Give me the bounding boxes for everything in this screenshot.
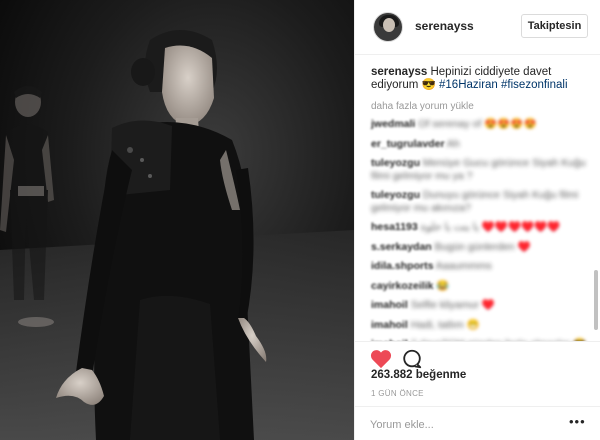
comment-emoji: ♥️♥️♥️♥️♥️♥️ — [481, 221, 561, 233]
comment-emoji: 😂 — [436, 279, 450, 292]
comment-text: Bugün günlerden — [434, 240, 515, 253]
comment-row: hesa1193 يا بنت يا حلوة ♥️♥️♥️♥️♥️♥️ — [371, 221, 587, 234]
heart-filled-icon[interactable] — [370, 349, 392, 369]
more-options-icon[interactable]: ••• — [569, 415, 585, 431]
post-caption: serenayss Hepinizi ciddiyete davet ediyo… — [371, 66, 587, 92]
comment-username[interactable]: jwedmali — [371, 118, 415, 130]
comment-text: Of serenay of — [418, 118, 482, 130]
comment-row: tuleyozgu Menüye Gucu görünce Siyah Kuğu… — [371, 157, 587, 182]
comment-text: Aaaummms — [435, 260, 492, 272]
comment-row: tuleyozgu Dunuyu görünce Siyah Kuğu film… — [371, 189, 587, 214]
comment-text: يا بنت يا حلوة — [420, 221, 479, 233]
comment-row: imahoil Hadi, tatlım 😁 — [371, 319, 587, 332]
avatar[interactable] — [373, 12, 403, 42]
comment-username[interactable]: imahoil — [371, 299, 408, 311]
post-actions: 263.882 beğenme 1 GÜN ÖNCE ••• — [355, 341, 600, 440]
comment-bubble-icon[interactable] — [401, 348, 423, 370]
likes-count[interactable]: 263.882 beğenme — [371, 369, 466, 381]
post-photo — [0, 0, 354, 440]
header-username[interactable]: serenayss — [415, 19, 474, 33]
comment-username[interactable]: idila.shports — [371, 260, 433, 272]
comment-row: s.serkaydan Bugün günlerden ♥️ — [371, 241, 587, 254]
comment-row: cayirkozeilik 😂 — [371, 280, 587, 293]
comment-text: Ah — [446, 137, 460, 150]
avatar-face-shape — [383, 18, 395, 32]
comment-rows: jwedmali Of serenay of 😍😍😍😍 er_tugrulavde… — [371, 118, 587, 341]
comment-row: idila.shports Aaaummms — [371, 260, 587, 273]
comment-username[interactable]: s.serkaydan — [371, 241, 432, 253]
comment-emoji: 😁 — [466, 318, 480, 331]
comment-username[interactable]: hesa1193 — [371, 221, 418, 233]
following-button[interactable]: Takiptesin — [521, 14, 588, 38]
comment-emoji: ♥️ — [481, 299, 495, 311]
load-more-comments-link[interactable]: daha fazla yorum yükle — [371, 101, 587, 112]
comment-text: Hadi, tatlım — [410, 318, 464, 331]
comment-username[interactable]: tuleyozgu — [371, 157, 420, 169]
comment-row: imahoil Selfie kliyamur ♥️ — [371, 299, 587, 312]
caption-username[interactable]: serenayss — [371, 66, 427, 78]
dancer-photo-illustration — [0, 0, 354, 440]
comments-list[interactable]: serenayss Hepinizi ciddiyete davet ediyo… — [355, 56, 600, 341]
comment-username[interactable]: er_tugrulavder — [371, 138, 445, 150]
post-side-panel: serenayss Takiptesin serenayss Hepinizi … — [354, 0, 600, 440]
comment-input[interactable] — [370, 415, 550, 435]
comment-row: er_tugrulavder Ah — [371, 138, 587, 151]
add-comment-bar: ••• — [355, 406, 600, 440]
comment-emoji: ♥️ — [517, 240, 531, 253]
caption-hashtags[interactable]: #16Haziran #fisezonfinali — [439, 79, 568, 91]
comment-username[interactable]: cayirkozeilik — [371, 280, 433, 292]
comment-username[interactable]: imahoil — [371, 319, 408, 331]
comment-text: Selfie kliyamur — [410, 299, 479, 311]
post-header: serenayss Takiptesin — [355, 0, 600, 55]
comments-scrollbar[interactable] — [594, 270, 598, 330]
comment-emoji: 😍😍😍😍 — [484, 118, 537, 130]
comment-username[interactable]: tuleyozgu — [371, 189, 420, 201]
post-timestamp[interactable]: 1 GÜN ÖNCE — [371, 389, 424, 398]
comment-row: jwedmali Of serenay of 😍😍😍😍 — [371, 118, 587, 131]
